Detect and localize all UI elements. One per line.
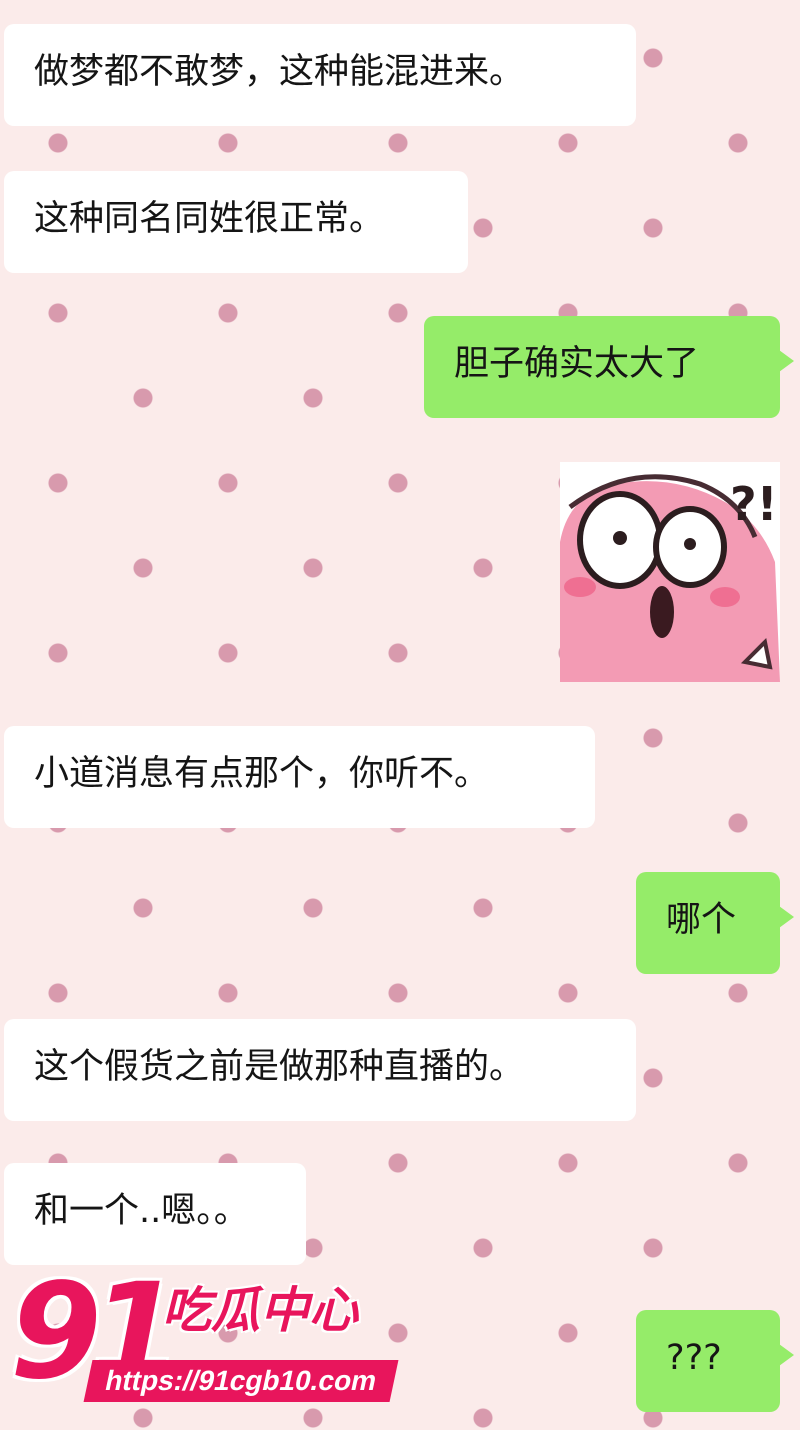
message-text: 做梦都不敢梦，这种能混进来。 xyxy=(34,52,525,92)
message-text: 小道消息有点那个，你听不。 xyxy=(34,754,490,794)
incoming-message-bubble[interactable]: 这种同名同姓很正常。 xyxy=(4,171,468,273)
message-text: 哪个 xyxy=(666,900,737,940)
sticker-icon: ?! xyxy=(560,462,780,682)
chat-area[interactable]: 做梦都不敢梦，这种能混进来。 这种同名同姓很正常。 胆子确实太大了 ?! 小道消… xyxy=(0,0,800,1430)
outgoing-message-bubble[interactable]: 胆子确实太大了 xyxy=(424,316,794,418)
watermark-logo: 91 吃瓜中心 https://91cgb10.com xyxy=(10,1262,399,1412)
sticker-text: ?! xyxy=(730,477,778,531)
message-text: 这个假货之前是做那种直播的。 xyxy=(34,1047,525,1087)
incoming-message-bubble[interactable]: 这个假货之前是做那种直播的。 xyxy=(4,1019,636,1121)
incoming-message-bubble[interactable]: 和一个..嗯。。 xyxy=(4,1163,306,1265)
message-text: 胆子确实太大了 xyxy=(454,344,700,384)
watermark-url: https://91cgb10.com xyxy=(83,1360,399,1402)
message-text: 这种同名同姓很正常。 xyxy=(34,199,385,239)
outgoing-message-bubble[interactable]: ??? xyxy=(636,1310,794,1412)
watermark-name: 吃瓜中心 xyxy=(162,1282,359,1339)
surprised-pink-face-sticker[interactable]: ?! xyxy=(560,462,780,682)
incoming-message-bubble[interactable]: 做梦都不敢梦，这种能混进来。 xyxy=(4,24,636,126)
message-text: 和一个..嗯。。 xyxy=(34,1191,249,1231)
message-text: ??? xyxy=(666,1338,722,1378)
incoming-message-bubble[interactable]: 小道消息有点那个，你听不。 xyxy=(4,726,595,828)
outgoing-message-bubble[interactable]: 哪个 xyxy=(636,872,794,974)
